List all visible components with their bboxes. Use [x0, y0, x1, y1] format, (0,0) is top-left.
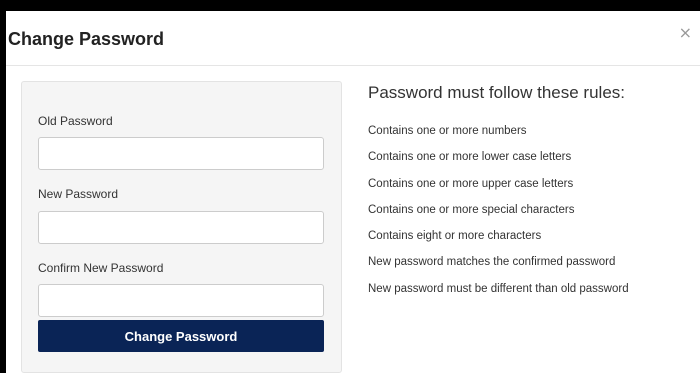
- modal-header: Change Password ×: [6, 11, 700, 66]
- rule-item: Contains one or more lower case letters: [368, 151, 572, 164]
- rule-item: Contains one or more upper case letters: [368, 177, 574, 190]
- new-password-label: New Password: [38, 187, 119, 201]
- new-password-input[interactable]: [38, 211, 324, 244]
- rules-list: Contains one or more numbers Contains on…: [368, 124, 698, 308]
- rule-item: Contains one or more numbers: [368, 125, 527, 137]
- rule-item: New password matches the confirmed passw…: [368, 256, 616, 269]
- password-form-panel: Old Password New Password Confirm New Pa…: [21, 81, 342, 373]
- modal-title: Change Password: [8, 29, 165, 49]
- old-password-label: Old Password: [38, 114, 113, 128]
- change-password-button[interactable]: Change Password: [38, 320, 324, 352]
- confirm-password-input[interactable]: [38, 284, 324, 317]
- close-icon[interactable]: ×: [679, 25, 692, 41]
- rule-item: New password must be different than old …: [368, 282, 629, 295]
- password-rules: Password must follow these rules: Contai…: [368, 83, 698, 308]
- old-password-input[interactable]: [38, 137, 324, 170]
- confirm-password-label: Confirm New Password: [38, 261, 164, 275]
- rules-title: Password must follow these rules:: [368, 83, 625, 102]
- rule-item: Contains eight or more characters: [368, 230, 542, 243]
- rule-item: Contains one or more special characters: [368, 203, 575, 216]
- change-password-modal: Change Password × Old Password New Passw…: [6, 11, 700, 373]
